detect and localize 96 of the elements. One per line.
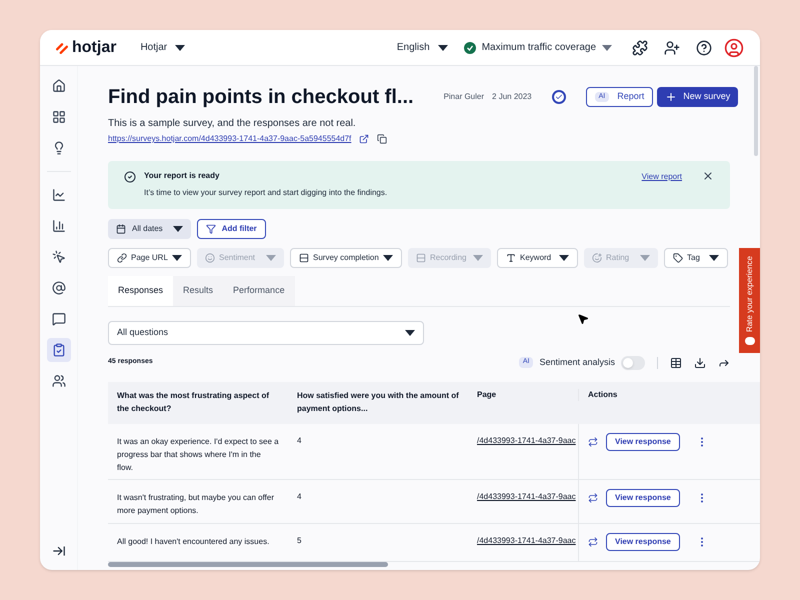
- download-icon[interactable]: [694, 356, 706, 368]
- column-header: What was the most frustrating aspect of the checkout?: [116, 390, 270, 414]
- caret-icon: [640, 255, 650, 261]
- filter-dropdown[interactable]: Tag: [664, 248, 728, 268]
- rows-icon: [299, 253, 309, 263]
- view-response-button[interactable]: View response: [606, 488, 680, 506]
- author-name: Pinar Guler: [444, 91, 484, 103]
- caret-icon: [266, 255, 276, 261]
- caret-icon: [172, 226, 183, 232]
- link-icon: [117, 253, 127, 263]
- sentiment-label: Sentiment analysis: [539, 356, 615, 369]
- coverage-selector[interactable]: Maximum traffic coverage: [464, 40, 612, 55]
- caret-icon: [383, 255, 393, 261]
- new-survey-button[interactable]: New survey: [657, 87, 738, 107]
- tab[interactable]: Performance: [223, 276, 295, 306]
- replay-icon[interactable]: [588, 436, 598, 446]
- banner-text: It’s time to view your survey report and start digging into the findings.: [144, 187, 388, 199]
- rating-cell-text: 5: [296, 534, 302, 546]
- external-link-icon[interactable]: [359, 134, 370, 144]
- view-response-button[interactable]: View response: [606, 532, 680, 550]
- date-filter-button[interactable]: All dates: [108, 219, 191, 239]
- answer-cell-text: It wasn't frustrating, but maybe you can offer more payment options.: [116, 492, 276, 517]
- smile-icon: [205, 253, 215, 263]
- banner-title: Your report is ready: [144, 170, 220, 182]
- replay-icon[interactable]: [588, 492, 598, 502]
- puzzle-icon[interactable]: [632, 40, 648, 56]
- click-icon: [52, 250, 66, 264]
- calendar-icon: [116, 224, 126, 234]
- add-filter-button[interactable]: Add filter: [196, 219, 266, 239]
- chat-icon: [52, 312, 66, 326]
- filter-dropdown[interactable]: Keyword: [497, 248, 578, 268]
- page-link[interactable]: /4d433993-1741-4a37-9aac: [477, 436, 576, 444]
- rating-cell-text: 4: [296, 434, 302, 446]
- site-selector[interactable]: Hotjar: [140, 40, 186, 55]
- filter-dropdown[interactable]: Page URL: [108, 248, 191, 268]
- close-icon[interactable]: [702, 170, 714, 182]
- tab[interactable]: Results: [173, 276, 224, 306]
- grid-icon: [52, 110, 66, 124]
- rating-cell-text: 4: [296, 490, 302, 502]
- table-icon[interactable]: [670, 356, 682, 368]
- filter-dropdown[interactable]: Survey completion: [290, 248, 402, 268]
- letter-icon: [506, 253, 516, 263]
- survey-description: This is a sample survey, and the responses are not real.: [108, 117, 357, 131]
- caret-icon: [405, 330, 415, 336]
- survey-title: Find pain points in checkout fl...: [108, 85, 414, 110]
- tab[interactable]: Responses: [108, 276, 174, 306]
- horizontal-scrollbar[interactable]: [108, 562, 388, 567]
- survey-url-link[interactable]: https://surveys.hotjar.com/4d433993-1741-4a37-9aac-5a5945554d7f: [108, 133, 352, 145]
- caret-icon: [559, 255, 569, 261]
- feedback-tab[interactable]: Rate your experience: [739, 248, 760, 353]
- cursor-icon: [577, 313, 589, 325]
- logo-text: hotjar: [72, 38, 116, 58]
- caret-icon: [709, 255, 719, 261]
- clipboard-check-icon: [52, 343, 66, 357]
- question-select[interactable]: All questions: [108, 320, 424, 344]
- survey-toggle[interactable]: [552, 90, 566, 104]
- help-icon[interactable]: [696, 40, 712, 56]
- column-header: Actions: [578, 388, 698, 400]
- at-sign-icon: [52, 281, 66, 295]
- column-header: How satisfied were you with the amount of payment options...: [296, 390, 460, 414]
- line-chart-icon: [52, 188, 66, 202]
- check-circle-icon: [464, 42, 476, 54]
- home-icon: [52, 79, 66, 93]
- caret-icon: [438, 44, 448, 50]
- check-icon: [554, 93, 563, 101]
- answer-cell-text: All good! I haven't encountered any issues.: [116, 536, 270, 548]
- column-header: Page: [476, 388, 498, 400]
- expand-sidebar-icon[interactable]: [52, 544, 66, 558]
- language-selector[interactable]: English: [396, 40, 448, 55]
- add-user-icon[interactable]: [664, 40, 680, 56]
- rating-icon: [592, 253, 602, 263]
- copy-icon[interactable]: [377, 134, 388, 144]
- page-link[interactable]: /4d433993-1741-4a37-9aac: [477, 536, 576, 544]
- check-circle-icon: [124, 171, 136, 183]
- avatar-icon[interactable]: [724, 38, 744, 58]
- sentiment-toggle[interactable]: [621, 356, 645, 370]
- view-report-link[interactable]: View report: [642, 171, 682, 183]
- caret-icon: [473, 255, 483, 261]
- page-link[interactable]: /4d433993-1741-4a37-9aac: [477, 492, 576, 500]
- answer-cell-text: It was an okay experience. I'd expect to see a progress bar that shows where I'm in the flow.: [116, 436, 280, 474]
- tag-icon: [673, 253, 683, 263]
- caret-icon: [175, 44, 186, 50]
- users-icon: [52, 374, 66, 388]
- vertical-scrollbar[interactable]: [754, 66, 758, 156]
- view-response-button[interactable]: View response: [606, 432, 680, 450]
- bar-chart-icon: [52, 219, 66, 233]
- logo-icon: [56, 42, 68, 54]
- replay-icon[interactable]: [588, 536, 598, 546]
- date-text: 2 Jun 2023: [492, 91, 532, 103]
- caret-icon: [172, 255, 182, 261]
- plus-icon: [665, 91, 678, 103]
- feedback-icon: [744, 337, 754, 345]
- caret-icon: [602, 44, 612, 50]
- rows-icon: [416, 253, 426, 263]
- filter-icon: [206, 224, 216, 234]
- sidebar-item[interactable]: [46, 338, 70, 362]
